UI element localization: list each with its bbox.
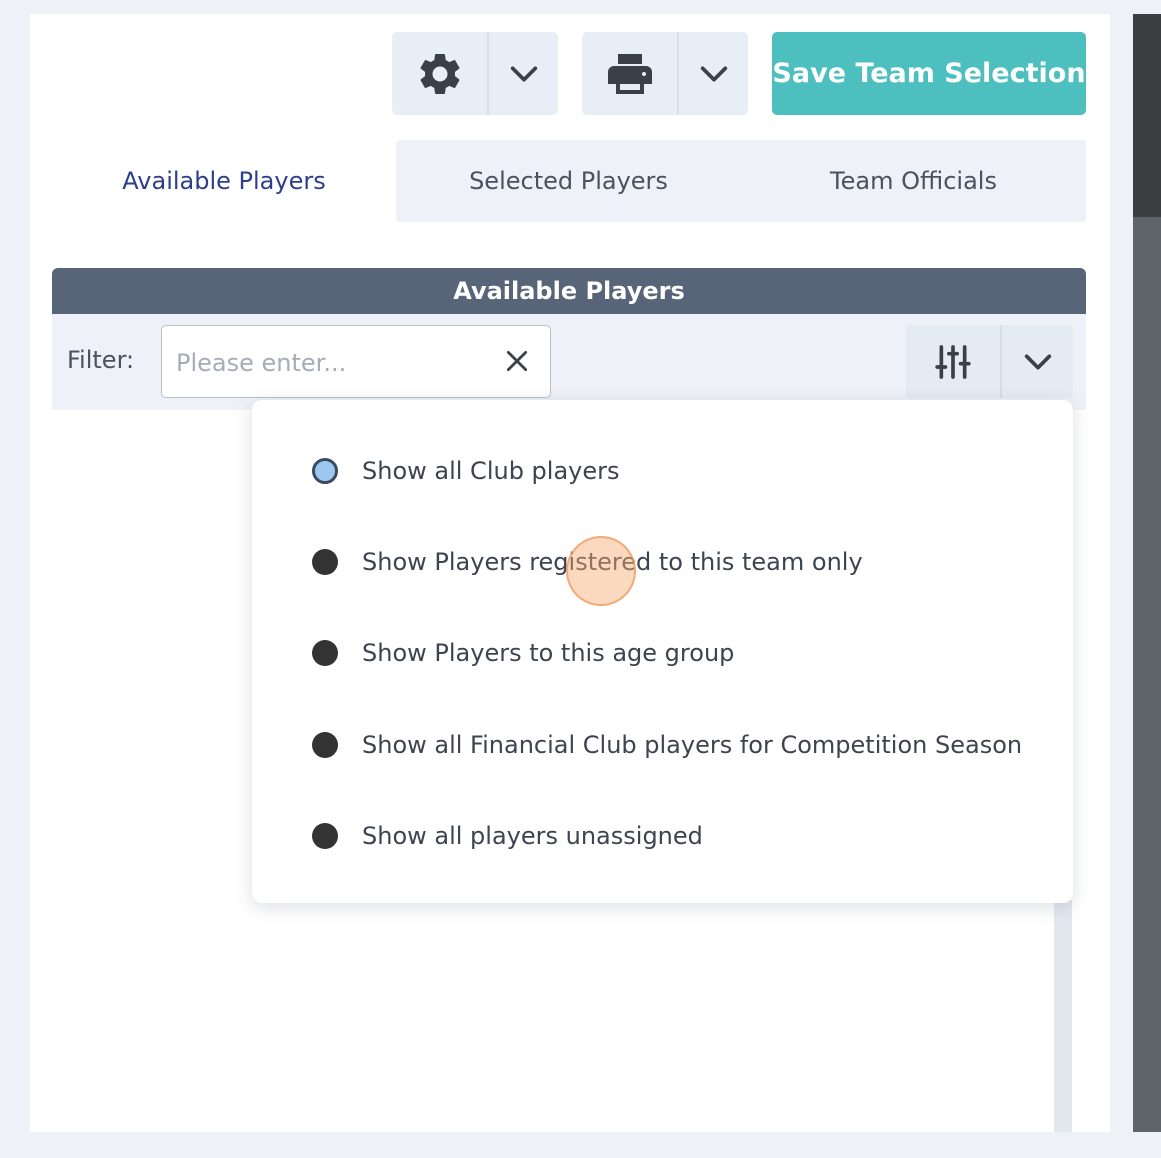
option-show-all-club-players[interactable]: Show all Club players <box>312 451 620 491</box>
printer-icon <box>607 53 652 94</box>
close-icon <box>506 350 528 372</box>
tab-team-officials[interactable]: Team Officials <box>741 140 1086 222</box>
option-show-financial-club-players[interactable]: Show all Financial Club players for Comp… <box>312 725 1022 765</box>
option-show-unassigned[interactable]: Show all players unassigned <box>312 816 703 856</box>
filter-options-dropdown-button[interactable] <box>1002 325 1073 398</box>
filter-field <box>161 325 551 399</box>
option-label: Show Players registered to this team onl… <box>362 548 863 576</box>
settings-split-button <box>392 32 558 115</box>
settings-button[interactable] <box>392 32 487 115</box>
radio-icon[interactable] <box>312 823 338 849</box>
player-list-edge <box>1054 900 1072 1132</box>
radio-selected-icon[interactable] <box>312 458 338 484</box>
radio-icon[interactable] <box>312 640 338 666</box>
radio-icon[interactable] <box>312 549 338 575</box>
option-show-age-group[interactable]: Show Players to this age group <box>312 633 734 673</box>
section-title: Available Players <box>52 268 1086 314</box>
filter-options-split-button <box>906 325 1073 398</box>
scrollbar-thumb[interactable] <box>1133 14 1161 217</box>
print-button[interactable] <box>582 32 677 115</box>
print-split-button <box>582 32 748 115</box>
gear-icon <box>420 53 459 94</box>
sliders-icon <box>935 344 971 379</box>
chevron-down-icon <box>510 65 537 82</box>
chevron-down-icon <box>1024 353 1051 370</box>
tab-selected-players[interactable]: Selected Players <box>396 140 741 222</box>
chevron-down-icon <box>700 65 727 82</box>
save-team-selection-button[interactable]: Save Team Selection <box>772 32 1086 115</box>
option-label: Show all Club players <box>362 457 620 485</box>
option-label: Show all Financial Club players for Comp… <box>362 731 1023 759</box>
radio-icon[interactable] <box>312 732 338 758</box>
filter-options-button[interactable] <box>906 325 1000 398</box>
clear-filter-button[interactable] <box>498 342 536 380</box>
option-label: Show all players unassigned <box>362 822 703 850</box>
print-dropdown-button[interactable] <box>679 32 748 115</box>
option-label: Show Players to this age group <box>362 639 735 667</box>
filter-label: Filter: <box>67 346 135 374</box>
option-show-registered-to-team[interactable]: Show Players registered to this team onl… <box>312 542 863 582</box>
filter-options-menu: Show all Club players Show Players regis… <box>252 400 1073 903</box>
filter-input[interactable] <box>174 326 488 399</box>
settings-dropdown-button[interactable] <box>489 32 558 115</box>
tab-available-players[interactable]: Available Players <box>52 140 396 222</box>
